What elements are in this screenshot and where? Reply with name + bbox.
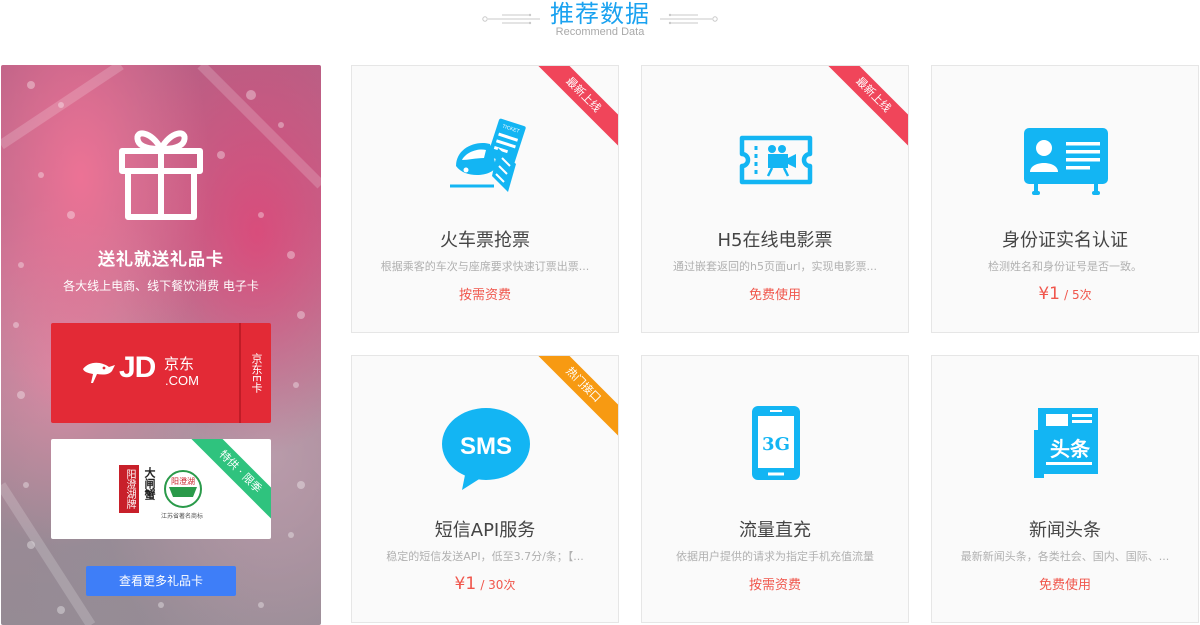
jd-card-side-label: 京东E卡 bbox=[250, 353, 263, 393]
card-title: 新闻头条 bbox=[1029, 520, 1101, 541]
api-card-train-ticket[interactable]: TICKET 火车票抢票 根据乘客的车次与座席要求快速订票出票... 按需资费 … bbox=[351, 65, 619, 333]
crab-brand-seal: 阳澄湖牌 bbox=[119, 465, 139, 513]
section-title: 推荐数据 bbox=[550, 0, 650, 28]
price-amount: ¥1 bbox=[454, 574, 477, 594]
news-icon: 头条 bbox=[1034, 408, 1098, 478]
jd-logo-text: JD bbox=[119, 351, 156, 384]
promo-title: 送礼就送礼品卡 bbox=[98, 250, 224, 270]
card-title: 火车票抢票 bbox=[440, 230, 530, 251]
movie-ticket-icon bbox=[739, 135, 813, 185]
card-price: ¥1 / 5次 bbox=[932, 284, 1198, 304]
new-release-ribbon: 最新上线 bbox=[529, 66, 618, 149]
seal-text: 阳澄湖 bbox=[171, 476, 195, 486]
section-header: 推荐数据 Recommend Data bbox=[0, 0, 1200, 48]
card-title: 流量直充 bbox=[739, 520, 811, 541]
jd-logo-chinese: 京东 bbox=[164, 355, 195, 373]
jd-dog-logo-icon bbox=[83, 362, 115, 383]
gift-card-promo-panel: 送礼就送礼品卡 各大线上电商、线下餐饮消费 电子卡 JD 京东 .COM 京东E… bbox=[1, 65, 321, 625]
card-description: 根据乘客的车次与座席要求快速订票出票... bbox=[380, 260, 590, 273]
price-unit: / 30次 bbox=[480, 578, 516, 592]
card-price: 按需资费 bbox=[748, 578, 801, 593]
news-label: 头条 bbox=[1050, 437, 1091, 461]
crab-caption: 江苏省著名商标 bbox=[161, 513, 204, 520]
api-card-data-topup[interactable]: 3G 流量直充 依据用户提供的请求为指定手机充值流量 按需资费 bbox=[641, 355, 909, 623]
crab-gift-card[interactable]: 阳澄湖牌 大闸蟹 阳澄湖 江苏省著名商标 特供 · 限季 bbox=[51, 439, 271, 539]
card-price: 免费使用 bbox=[748, 288, 801, 303]
view-more-gift-cards-button[interactable]: 查看更多礼品卡 bbox=[86, 566, 236, 596]
section-subtitle: Recommend Data bbox=[555, 26, 645, 38]
promo-description: 各大线上电商、线下餐饮消费 电子卡 bbox=[63, 279, 259, 293]
api-card-movie-ticket[interactable]: H5在线电影票 通过嵌套返回的h5页面url，实现电影票... 免费使用 最新上… bbox=[641, 65, 909, 333]
crab-brand-name: 大闸蟹 bbox=[143, 467, 156, 500]
api-card-sms[interactable]: SMS 短信API服务 稳定的短信发送API，低至3.7分/条；【... ¥1 … bbox=[351, 355, 619, 623]
decor-lines-right-icon bbox=[660, 13, 718, 25]
api-card-news[interactable]: 头条 新闻头条 最新新闻头条，各类社会、国内、国际、... 免费使用 bbox=[931, 355, 1199, 623]
card-title: H5在线电影票 bbox=[717, 230, 833, 251]
train-ticket-icon: TICKET bbox=[450, 118, 526, 192]
card-description: 通过嵌套返回的h5页面url，实现电影票... bbox=[672, 260, 877, 273]
card-description: 依据用户提供的请求为指定手机充值流量 bbox=[676, 550, 874, 563]
price-amount: ¥1 bbox=[1038, 284, 1060, 304]
sms-icon: SMS bbox=[442, 408, 530, 490]
card-title: 短信API服务 bbox=[434, 520, 536, 541]
jd-logo-com: .COM bbox=[165, 373, 199, 388]
phone-3g-icon: 3G bbox=[752, 406, 800, 480]
card-title: 身份证实名认证 bbox=[1002, 230, 1128, 251]
price-unit: / 5次 bbox=[1064, 288, 1092, 302]
card-price: 按需资费 bbox=[458, 288, 511, 303]
card-price: 免费使用 bbox=[1038, 578, 1091, 593]
card-description: 检测姓名和身份证号是否一致。 bbox=[988, 260, 1142, 273]
card-description: 稳定的短信发送API，低至3.7分/条；【... bbox=[386, 550, 584, 563]
card-price: ¥1 / 30次 bbox=[352, 574, 618, 594]
new-release-ribbon: 最新上线 bbox=[819, 66, 908, 149]
gift-icon bbox=[119, 130, 203, 220]
trademark-seal-icon: 阳澄湖 bbox=[164, 470, 202, 508]
g3-label: 3G bbox=[762, 434, 790, 455]
hot-api-ribbon: 热门接口 bbox=[529, 356, 618, 439]
jd-ecard[interactable]: JD 京东 .COM 京东E卡 bbox=[51, 323, 271, 423]
card-description: 最新新闻头条，各类社会、国内、国际、... bbox=[960, 550, 1170, 563]
api-card-id-verification[interactable]: 身份证实名认证 检测姓名和身份证号是否一致。 ¥1 / 5次 bbox=[931, 65, 1199, 333]
id-card-icon bbox=[1024, 128, 1108, 195]
sms-label: SMS bbox=[460, 433, 512, 460]
